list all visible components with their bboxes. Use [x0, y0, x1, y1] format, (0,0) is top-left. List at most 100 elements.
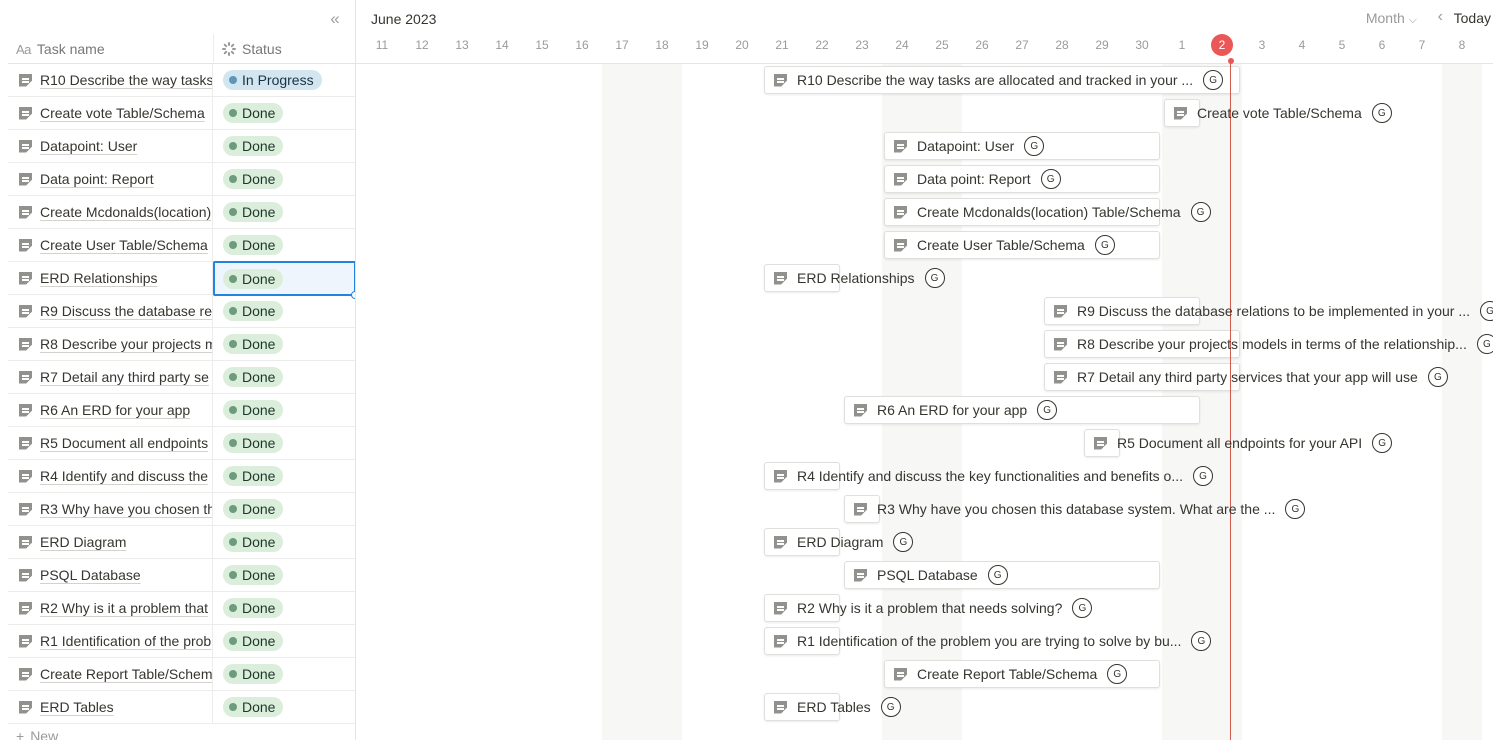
- task-name-cell[interactable]: R5 Document all endpoints: [8, 427, 213, 459]
- page-icon: [19, 569, 32, 582]
- day-label: 25: [935, 38, 949, 52]
- status-cell[interactable]: Done: [213, 625, 355, 657]
- bar-title: Data point: Report: [917, 171, 1031, 187]
- avatar[interactable]: G: [880, 697, 901, 717]
- status-cell[interactable]: Done: [213, 394, 355, 426]
- page-icon: [19, 536, 32, 549]
- task-name-cell[interactable]: Create User Table/Schema: [8, 229, 213, 261]
- task-name-cell[interactable]: Data point: Report: [8, 163, 213, 195]
- avatar[interactable]: G: [1285, 499, 1306, 519]
- today-dot: [1227, 58, 1234, 64]
- page-icon: [19, 503, 32, 516]
- table-row: R1 Identification of the prob Done: [8, 625, 355, 658]
- task-name-cell[interactable]: R1 Identification of the prob: [8, 625, 213, 657]
- status-cell[interactable]: Done: [213, 493, 355, 525]
- avatar[interactable]: G: [1372, 433, 1393, 453]
- timeline-bar-label: Datapoint: User G: [894, 132, 1045, 160]
- status-cell[interactable]: Done: [213, 295, 355, 327]
- task-name-cell[interactable]: PSQL Database: [8, 559, 213, 591]
- status-cell[interactable]: Done: [213, 559, 355, 591]
- avatar[interactable]: G: [1476, 334, 1493, 354]
- avatar[interactable]: G: [1203, 70, 1224, 90]
- task-name-cell[interactable]: ERD Relationships: [8, 262, 213, 294]
- view-scale-dropdown[interactable]: Month ⌵: [1366, 10, 1417, 27]
- task-name-cell[interactable]: Datapoint: User: [8, 130, 213, 162]
- day-label: 27: [1015, 38, 1029, 52]
- avatar[interactable]: G: [893, 532, 914, 552]
- task-name-cell[interactable]: R4 Identify and discuss the: [8, 460, 213, 492]
- avatar[interactable]: G: [1107, 664, 1128, 684]
- page-icon: [19, 602, 32, 615]
- avatar[interactable]: G: [1094, 235, 1115, 255]
- new-task-button[interactable]: + New: [16, 728, 58, 740]
- avatar[interactable]: G: [1427, 367, 1448, 387]
- status-cell[interactable]: Done: [213, 328, 355, 360]
- table-row: R4 Identify and discuss the Done: [8, 460, 355, 493]
- timeline-bar-label: ERD Diagram G: [774, 528, 914, 556]
- today-button[interactable]: Today: [1454, 10, 1491, 26]
- task-name-cell[interactable]: ERD Diagram: [8, 526, 213, 558]
- status-cell[interactable]: Done: [213, 691, 355, 723]
- page-icon: [1054, 371, 1067, 384]
- timeline-bar-label: R4 Identify and discuss the key function…: [774, 462, 1214, 490]
- page-icon: [1174, 107, 1187, 120]
- page-icon: [19, 404, 32, 417]
- avatar[interactable]: G: [1371, 103, 1392, 123]
- task-name-cell[interactable]: ERD Tables: [8, 691, 213, 723]
- status-cell[interactable]: Done: [213, 658, 355, 690]
- avatar[interactable]: G: [1040, 169, 1061, 189]
- status-cell[interactable]: Done: [213, 196, 355, 228]
- avatar[interactable]: G: [924, 268, 945, 288]
- task-name-cell[interactable]: R7 Detail any third party se: [8, 361, 213, 393]
- task-name-cell[interactable]: Create vote Table/Schema: [8, 97, 213, 129]
- status-cell[interactable]: Done: [213, 261, 355, 299]
- avatar[interactable]: G: [1479, 301, 1493, 321]
- status-cell[interactable]: Done: [213, 97, 355, 129]
- status-badge: Done: [223, 103, 284, 123]
- page-icon: [854, 404, 867, 417]
- collapse-sidebar-icon[interactable]: «: [326, 10, 344, 28]
- task-name: R5 Document all endpoints: [40, 435, 209, 451]
- task-name-cell[interactable]: R8 Describe your projects m: [8, 328, 213, 360]
- status-text: Done: [242, 237, 276, 253]
- timeline-bar-label: Create vote Table/Schema G: [1174, 99, 1392, 127]
- status-dot: [229, 571, 237, 579]
- bar-title: ERD Relationships: [797, 270, 915, 286]
- avatar[interactable]: G: [987, 565, 1008, 585]
- task-name-cell[interactable]: R3 Why have you chosen th: [8, 493, 213, 525]
- task-name-cell[interactable]: Create Mcdonalds(location): [8, 196, 213, 228]
- status-cell[interactable]: Done: [213, 361, 355, 393]
- task-name-cell[interactable]: Create Report Table/Schem: [8, 658, 213, 690]
- status-cell[interactable]: Done: [213, 130, 355, 162]
- avatar[interactable]: G: [1191, 631, 1212, 651]
- status-cell[interactable]: Done: [213, 526, 355, 558]
- column-header-task-name[interactable]: Aa Task name: [16, 36, 105, 62]
- status-cell[interactable]: Done: [213, 460, 355, 492]
- status-cell[interactable]: In Progress: [213, 64, 355, 96]
- status-badge: Done: [223, 433, 284, 453]
- timeline-bar-label: ERD Relationships G: [774, 264, 945, 292]
- timeline-bar-label: R3 Why have you chosen this database sys…: [854, 495, 1306, 523]
- status-cell[interactable]: Done: [213, 229, 355, 261]
- table-row: ERD Tables Done: [8, 691, 355, 724]
- avatar[interactable]: G: [1193, 466, 1214, 486]
- status-cell[interactable]: Done: [213, 427, 355, 459]
- bar-title: Create Mcdonalds(location) Table/Schema: [917, 204, 1181, 220]
- task-name-cell[interactable]: R2 Why is it a problem that: [8, 592, 213, 624]
- column-header-status[interactable]: Status: [222, 36, 282, 62]
- timeline-bar-label: R6 An ERD for your app G: [854, 396, 1058, 424]
- task-name-cell[interactable]: R10 Describe the way tasks: [8, 64, 213, 96]
- status-cell[interactable]: Done: [213, 592, 355, 624]
- avatar[interactable]: G: [1190, 202, 1211, 222]
- chevron-left-icon[interactable]: ‹: [1438, 8, 1443, 26]
- avatar[interactable]: G: [1037, 400, 1058, 420]
- table-row: R6 An ERD for your app Done: [8, 394, 355, 427]
- avatar[interactable]: G: [1024, 136, 1045, 156]
- status-cell[interactable]: Done: [213, 163, 355, 195]
- status-dot: [229, 175, 237, 183]
- page-icon: [19, 239, 32, 252]
- avatar[interactable]: G: [1072, 598, 1093, 618]
- status-text: Done: [242, 105, 276, 121]
- task-name-cell[interactable]: R6 An ERD for your app: [8, 394, 213, 426]
- task-name-cell[interactable]: R9 Discuss the database rel: [8, 295, 213, 327]
